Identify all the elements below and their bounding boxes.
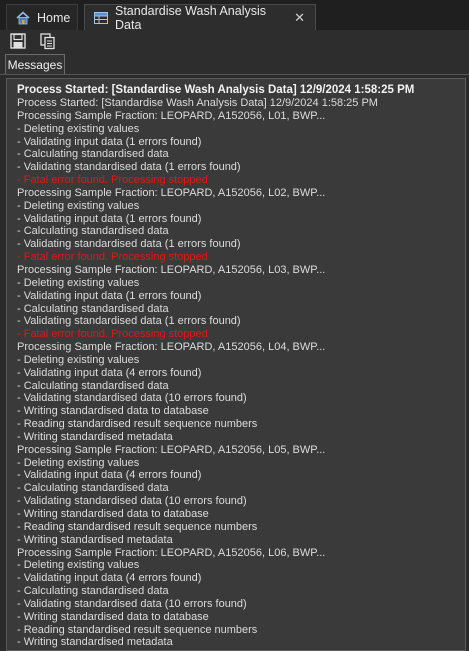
save-icon[interactable] xyxy=(9,32,27,50)
message-line: Process Started: [Standardise Wash Analy… xyxy=(17,97,378,109)
message-line: - Reading standardised result sequence n… xyxy=(17,623,258,636)
message-line: - Validating input data (4 errors found) xyxy=(17,572,202,585)
toolbar xyxy=(0,30,469,52)
message-line: - Deleting existing values xyxy=(17,456,140,469)
tab-messages[interactable]: Messages xyxy=(5,54,65,74)
message-line: - Writing standardised metadata xyxy=(17,636,173,649)
messages-panel[interactable]: Process Started: [Standardise Wash Analy… xyxy=(6,78,466,651)
error-message-line: - Fatal error found. Processing stopped xyxy=(17,174,208,187)
message-line: Processing Sample Fraction: LEOPARD, A15… xyxy=(17,341,326,354)
message-line: - Validating standardised data (10 error… xyxy=(17,392,247,405)
home-icon xyxy=(15,10,31,26)
message-line: - Validating input data (1 errors found) xyxy=(17,135,202,148)
message-line: - Reading standardised result sequence n… xyxy=(17,418,258,431)
message-line: - Deleting existing values xyxy=(17,559,140,572)
copy-icon[interactable] xyxy=(39,32,57,50)
panel-tab-bar: Messages xyxy=(0,52,469,75)
message-line: - Validating standardised data (1 errors… xyxy=(17,238,241,251)
message-line: - Calculating standardised data xyxy=(17,482,169,495)
message-line: - Reading standardised result sequence n… xyxy=(17,520,258,533)
message-line: - Writing standardised metadata xyxy=(17,430,173,443)
document-tab-bar: Home Standardise Wash Analysis Data ✕ xyxy=(0,0,469,32)
tab-home-label: Home xyxy=(37,10,71,25)
tab-home[interactable]: Home xyxy=(6,4,78,30)
message-line: Processing Sample Fraction: LEOPARD, A15… xyxy=(17,546,326,559)
message-line: - Calculating standardised data xyxy=(17,148,169,161)
message-line: Processing Sample Fraction: LEOPARD, A15… xyxy=(17,109,326,122)
message-line: - Validating input data (1 errors found) xyxy=(17,289,202,302)
message-line: - Writing standardised data to database xyxy=(17,610,209,623)
messages-list: Process Started: [Standardise Wash Analy… xyxy=(7,79,465,649)
message-line: - Calculating standardised data xyxy=(17,585,169,598)
message-line: - Deleting existing values xyxy=(17,353,140,366)
message-line: - Validating standardised data (1 errors… xyxy=(17,161,241,174)
message-line: - Validating input data (4 errors found) xyxy=(17,366,202,379)
message-line: Processing Sample Fraction: LEOPARD, A15… xyxy=(17,443,326,456)
message-line: - Writing standardised metadata xyxy=(17,533,173,546)
message-line: - Calculating standardised data xyxy=(17,379,169,392)
message-line: - Validating standardised data (1 errors… xyxy=(17,315,241,328)
message-line: - Deleting existing values xyxy=(17,122,140,135)
message-line: Processing Sample Fraction: LEOPARD, A15… xyxy=(17,186,326,199)
message-line: - Calculating standardised data xyxy=(17,225,169,238)
message-line: Processing Sample Fraction: LEOPARD, A15… xyxy=(17,263,326,276)
message-line: - Validating input data (4 errors found) xyxy=(17,469,202,482)
tab-active-label: Standardise Wash Analysis Data xyxy=(115,3,267,32)
error-message-line: - Fatal error found. Processing stopped xyxy=(17,328,208,341)
message-line: - Writing standardised data to database xyxy=(17,508,209,520)
grid-icon xyxy=(93,10,109,26)
close-icon[interactable]: ✕ xyxy=(292,10,307,26)
message-line: - Calculating standardised data xyxy=(17,302,169,315)
message-line: - Writing standardised data to database xyxy=(17,405,209,418)
message-line: - Validating input data (1 errors found) xyxy=(17,212,202,225)
message-line: - Deleting existing values xyxy=(17,199,140,212)
tab-standardise-wash-analysis[interactable]: Standardise Wash Analysis Data ✕ xyxy=(84,3,316,32)
messages-header: Process Started: [Standardise Wash Analy… xyxy=(17,84,415,96)
error-message-line: - Fatal error found. Processing stopped xyxy=(17,251,208,264)
message-line: - Validating standardised data (10 error… xyxy=(17,597,247,610)
message-line: - Deleting existing values xyxy=(17,276,140,289)
message-line: - Validating standardised data (10 error… xyxy=(17,495,247,508)
